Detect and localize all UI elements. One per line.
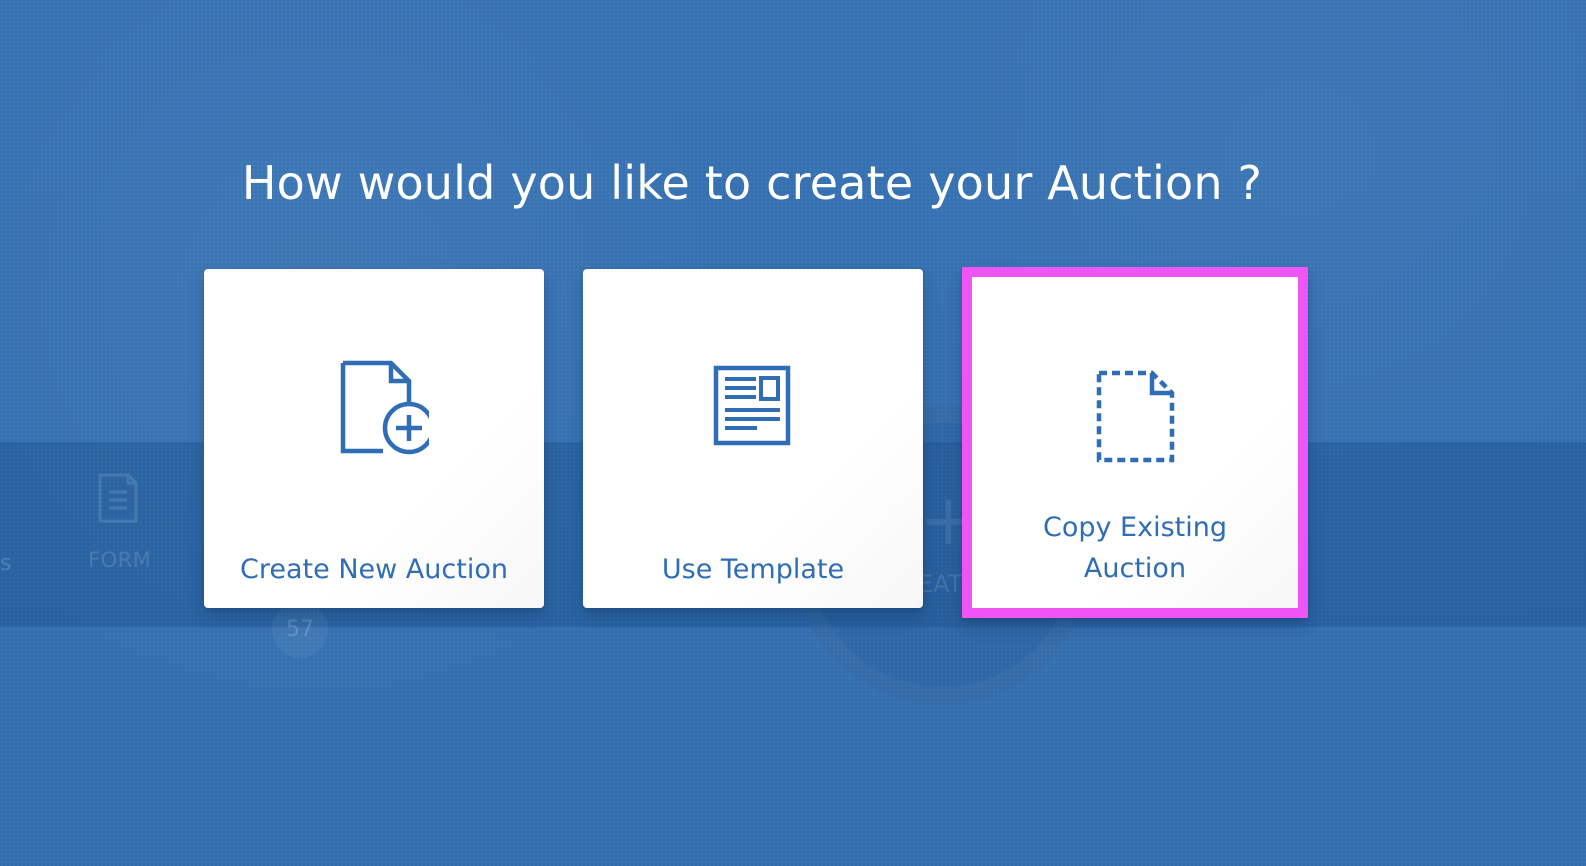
- copy-existing-auction-card[interactable]: Copy Existing Auction: [962, 267, 1308, 618]
- template-icon: [713, 365, 791, 446]
- background-edge-mark: s: [0, 551, 12, 576]
- use-template-label: Use Template: [661, 554, 845, 585]
- copy-existing-auction-label: Copy Existing Auction: [1042, 512, 1228, 584]
- page-title: How would you like to create your Auctio…: [241, 156, 1263, 210]
- create-new-auction-label: Create New Auction: [240, 554, 508, 585]
- create-new-auction-card[interactable]: Create New Auction: [204, 269, 544, 608]
- background-partial-text: EAT: [918, 570, 963, 598]
- use-template-card[interactable]: Use Template: [583, 269, 923, 608]
- background-form-label: FORM: [88, 548, 152, 572]
- document-plus-icon: [340, 360, 429, 455]
- dashed-document-icon: [1096, 370, 1175, 463]
- background-number-badge: 57: [272, 602, 328, 658]
- form-icon: [98, 473, 138, 523]
